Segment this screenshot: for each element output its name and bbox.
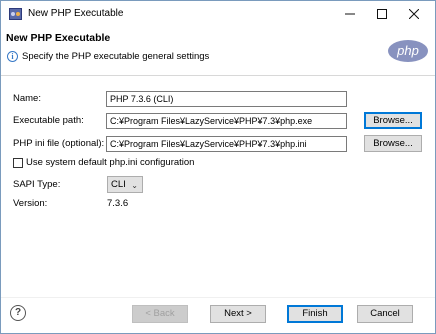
title-bar[interactable]: New PHP Executable — [1, 1, 435, 27]
php-ini-label: PHP ini file (optional): — [13, 138, 105, 149]
maximize-button[interactable] — [367, 1, 397, 27]
close-button[interactable] — [399, 1, 429, 27]
cancel-button[interactable]: Cancel — [357, 305, 413, 323]
header-banner: New PHP Executable i Specify the PHP exe… — [1, 27, 435, 69]
close-icon — [409, 9, 419, 19]
php-logo: php — [388, 40, 428, 62]
help-icon[interactable]: ? — [10, 305, 26, 321]
banner-description: Specify the PHP executable general setti… — [22, 51, 210, 62]
php-window-icon — [9, 8, 22, 20]
sapi-type-label: SAPI Type: — [13, 179, 61, 190]
browse-executable-button[interactable]: Browse... — [364, 112, 422, 129]
banner-title: New PHP Executable — [6, 32, 111, 44]
minimize-button[interactable] — [335, 1, 365, 27]
dialog-window: New PHP Executable New PHP Executable i … — [0, 0, 436, 334]
button-bar-divider — [1, 297, 435, 298]
version-value: 7.3.6 — [107, 198, 129, 209]
php-ini-input[interactable]: C:¥Program Files¥LazyService¥PHP¥7.3¥php… — [106, 136, 347, 152]
name-input[interactable]: PHP 7.3.6 (CLI) — [106, 91, 347, 107]
browse-ini-button[interactable]: Browse... — [364, 135, 422, 152]
version-label: Version: — [13, 198, 48, 209]
minimize-icon — [345, 13, 355, 15]
chevron-down-icon: ⌄ — [131, 181, 138, 190]
window-title: New PHP Executable — [28, 8, 124, 19]
sapi-type-value: CLI — [111, 179, 126, 190]
back-button[interactable]: < Back — [132, 305, 188, 323]
executable-path-input[interactable]: C:¥Program Files¥LazyService¥PHP¥7.3¥php… — [106, 113, 347, 129]
executable-path-label: Executable path: — [13, 115, 84, 126]
next-button[interactable]: Next > — [210, 305, 266, 323]
info-icon: i — [7, 51, 18, 62]
form-area: Name: PHP 7.3.6 (CLI) Executable path: C… — [1, 76, 435, 289]
use-default-ini-checkbox[interactable] — [13, 158, 23, 168]
use-default-ini-label[interactable]: Use system default php.ini configuration — [26, 157, 194, 168]
sapi-type-select[interactable]: CLI ⌄ — [107, 176, 143, 193]
name-label: Name: — [13, 93, 41, 104]
finish-button[interactable]: Finish — [287, 305, 343, 323]
maximize-icon — [377, 9, 387, 19]
